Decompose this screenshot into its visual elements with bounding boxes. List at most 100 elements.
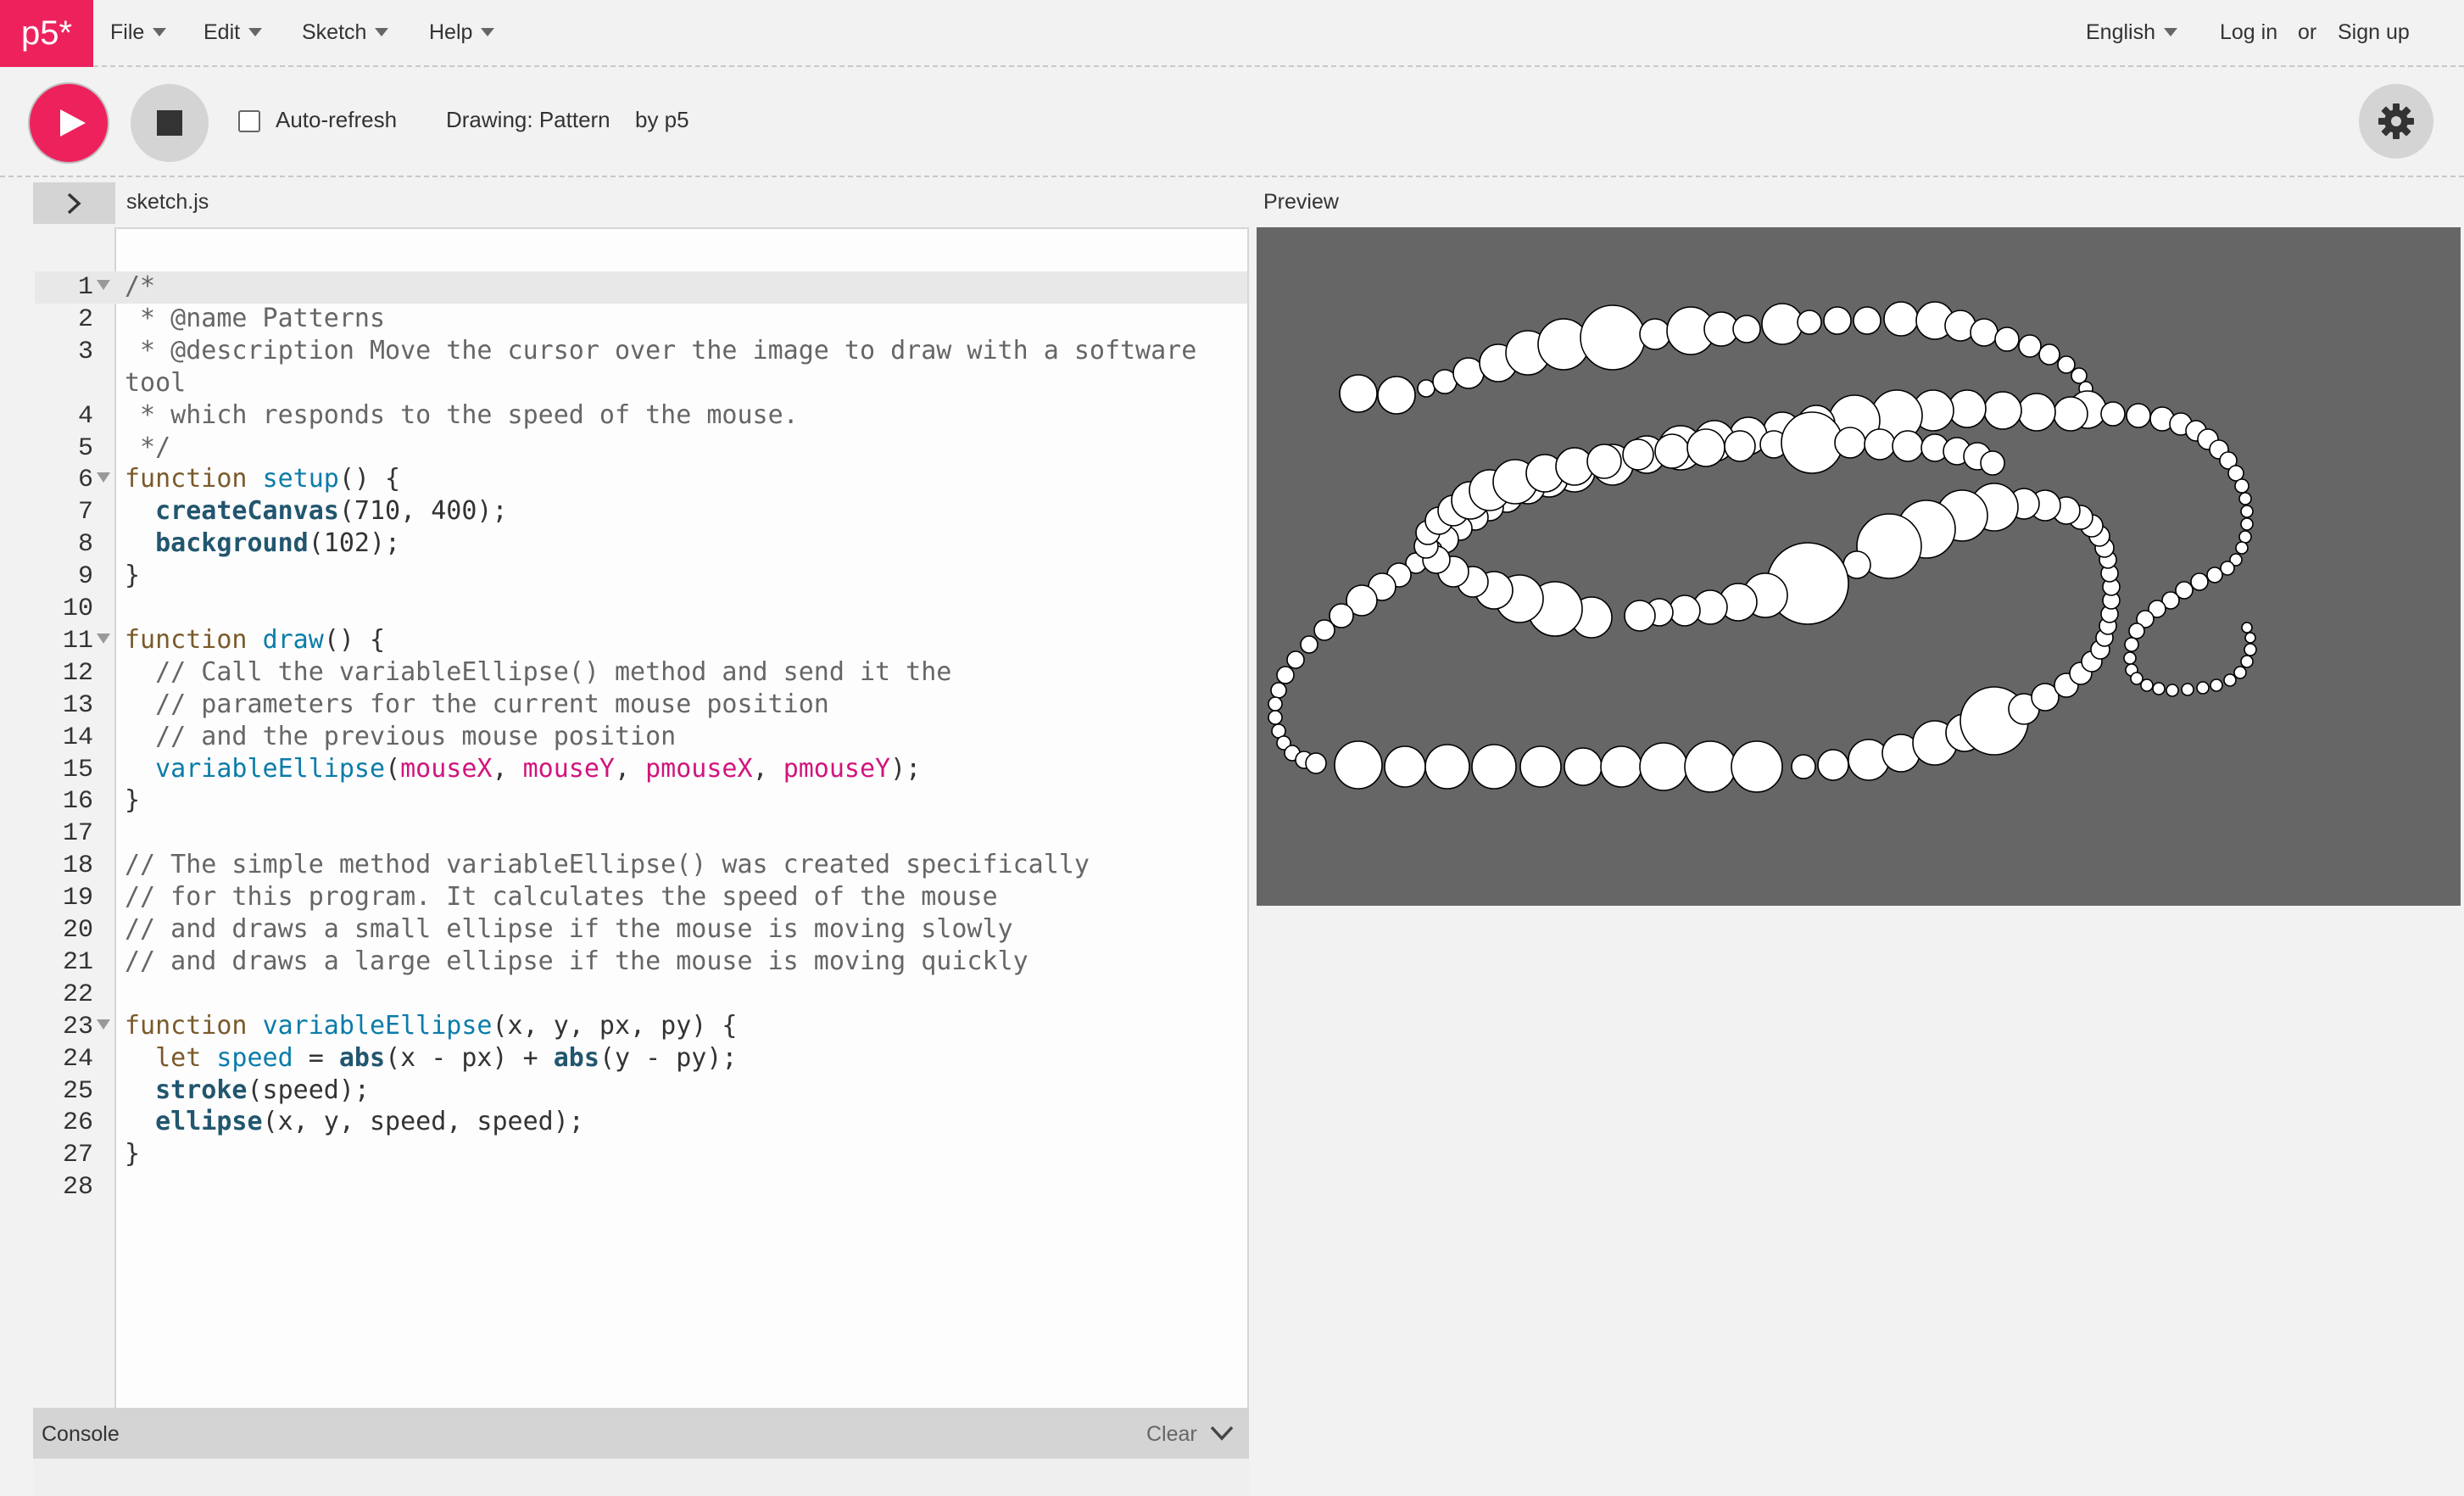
ellipse-mark xyxy=(2181,683,2194,696)
fold-arrow-icon[interactable] xyxy=(97,1019,110,1030)
menu-help-label: Help xyxy=(429,20,473,44)
language-select[interactable]: English xyxy=(2086,0,2177,64)
file-tab[interactable]: sketch.js xyxy=(126,190,209,215)
code-line[interactable]: * @description Move the cursor over the … xyxy=(125,336,1196,366)
code-line[interactable]: * @name Patterns xyxy=(125,304,385,333)
code-line[interactable]: stroke(speed); xyxy=(125,1075,370,1105)
line-number: 27 xyxy=(62,1141,93,1170)
menu-edit[interactable]: Edit xyxy=(203,0,263,64)
ellipse-mark xyxy=(1864,428,1896,461)
ellipse-mark xyxy=(2018,334,2042,358)
ellipse-mark xyxy=(2053,396,2088,432)
ellipse-mark xyxy=(1519,745,1562,788)
ellipse-mark xyxy=(1268,696,1283,712)
line-number: 14 xyxy=(62,723,93,752)
p5-logo[interactable]: p5* xyxy=(0,0,93,67)
menu-file[interactable]: File xyxy=(110,0,167,64)
line-number: 17 xyxy=(62,819,93,849)
code-line[interactable]: // and draws a small ellipse if the mous… xyxy=(125,914,1013,944)
language-label: English xyxy=(2086,20,2155,44)
code-line[interactable]: // and the previous mouse position xyxy=(125,722,676,751)
code-line[interactable]: function draw() { xyxy=(125,625,385,655)
ellipse-mark xyxy=(2240,517,2254,531)
code-line[interactable]: ellipse(x, y, speed, speed); xyxy=(125,1107,584,1136)
code-line[interactable]: /* xyxy=(125,271,155,301)
ellipse-mark xyxy=(2100,401,2126,427)
menu-sketch[interactable]: Sketch xyxy=(302,0,389,64)
code-line[interactable]: */ xyxy=(125,433,170,462)
ellipse-mark xyxy=(2128,622,2145,639)
ellipse-mark xyxy=(1286,650,1305,669)
ellipse-mark xyxy=(2123,651,2137,665)
ellipse-mark xyxy=(1417,379,1435,398)
code-line[interactable]: function setup() { xyxy=(125,464,400,494)
signup-link[interactable]: Sign up xyxy=(2338,0,2410,64)
preview-label: Preview xyxy=(1263,190,1339,214)
ellipse-mark xyxy=(1268,710,1283,725)
ellipse-mark xyxy=(1980,450,2005,476)
ellipse-mark xyxy=(1339,374,1378,413)
code-line[interactable]: // The simple method variableEllipse() w… xyxy=(125,850,1090,879)
ellipse-mark xyxy=(1853,306,1881,335)
ellipse-mark xyxy=(2196,681,2210,695)
code-line[interactable]: tool xyxy=(125,368,186,398)
line-number: 11 xyxy=(62,626,93,656)
ellipse-mark xyxy=(2057,355,2076,374)
line-number: 4 xyxy=(77,401,93,431)
code-line[interactable]: variableEllipse(mouseX, mouseY, pmouseX,… xyxy=(125,754,921,784)
line-number: 15 xyxy=(62,755,93,784)
sidebar-toggle-button[interactable] xyxy=(33,182,115,224)
code-line[interactable]: * which responds to the speed of the mou… xyxy=(125,400,799,430)
code-line[interactable]: createCanvas(710, 400); xyxy=(125,496,507,526)
chevron-down-icon[interactable] xyxy=(1210,1425,1234,1442)
ellipse-mark xyxy=(2244,632,2256,644)
line-number: 10 xyxy=(62,594,93,623)
ellipse-mark xyxy=(1686,428,1725,467)
play-button[interactable] xyxy=(30,84,108,162)
stop-icon xyxy=(157,110,182,136)
ellipse-mark xyxy=(2238,530,2252,544)
fold-arrow-icon[interactable] xyxy=(97,472,110,483)
fold-arrow-icon[interactable] xyxy=(97,633,110,644)
code-line[interactable]: } xyxy=(125,785,140,815)
code-line[interactable]: // parameters for the current mouse posi… xyxy=(125,689,829,719)
ellipse-mark xyxy=(1334,740,1383,790)
login-link[interactable]: Log in xyxy=(2220,0,2277,64)
code-line[interactable]: } xyxy=(125,1139,140,1169)
line-number: 21 xyxy=(62,947,93,977)
active-line-highlight xyxy=(35,271,1247,304)
ellipse-mark xyxy=(1761,303,1803,345)
menu-file-label: File xyxy=(110,20,145,44)
menu-help[interactable]: Help xyxy=(429,0,495,64)
ellipse-mark xyxy=(1724,430,1756,462)
ellipse-mark xyxy=(1622,438,1654,471)
fold-arrow-icon[interactable] xyxy=(97,280,110,290)
code-line[interactable]: let speed = abs(x - px) + abs(y - py); xyxy=(125,1043,737,1073)
ellipse-mark xyxy=(1823,306,1852,335)
sketch-name[interactable]: Drawing: Pattern xyxy=(446,107,610,133)
ellipse-mark xyxy=(1983,391,2022,430)
console-clear-button[interactable]: Clear xyxy=(1146,1422,1197,1447)
auto-refresh-label[interactable]: Auto-refresh xyxy=(276,107,397,133)
settings-button[interactable] xyxy=(2359,84,2433,159)
code-line[interactable]: } xyxy=(125,561,140,590)
line-number: 6 xyxy=(77,466,93,495)
line-number: 13 xyxy=(62,690,93,720)
preview-canvas[interactable] xyxy=(1257,227,2461,906)
ellipse-mark xyxy=(2152,682,2166,695)
code-line[interactable]: background(102); xyxy=(125,528,400,558)
play-icon xyxy=(60,109,86,137)
ellipse-mark xyxy=(2240,505,2254,518)
line-number: 12 xyxy=(62,658,93,688)
auto-refresh-checkbox[interactable] xyxy=(238,110,260,132)
ellipse-mark xyxy=(2240,655,2254,668)
code-line[interactable]: // Call the variableEllipse() method and… xyxy=(125,657,951,687)
ellipse-mark xyxy=(1797,310,1822,335)
code-line[interactable]: // and draws a large ellipse if the mous… xyxy=(125,946,1029,976)
ellipse-mark xyxy=(1586,444,1622,479)
gear-icon xyxy=(2378,103,2414,139)
stop-button[interactable] xyxy=(131,84,209,162)
code-line[interactable]: function variableEllipse(x, y, px, py) { xyxy=(125,1011,737,1041)
menu-sketch-label: Sketch xyxy=(302,20,367,44)
code-line[interactable]: // for this program. It calculates the s… xyxy=(125,882,998,912)
